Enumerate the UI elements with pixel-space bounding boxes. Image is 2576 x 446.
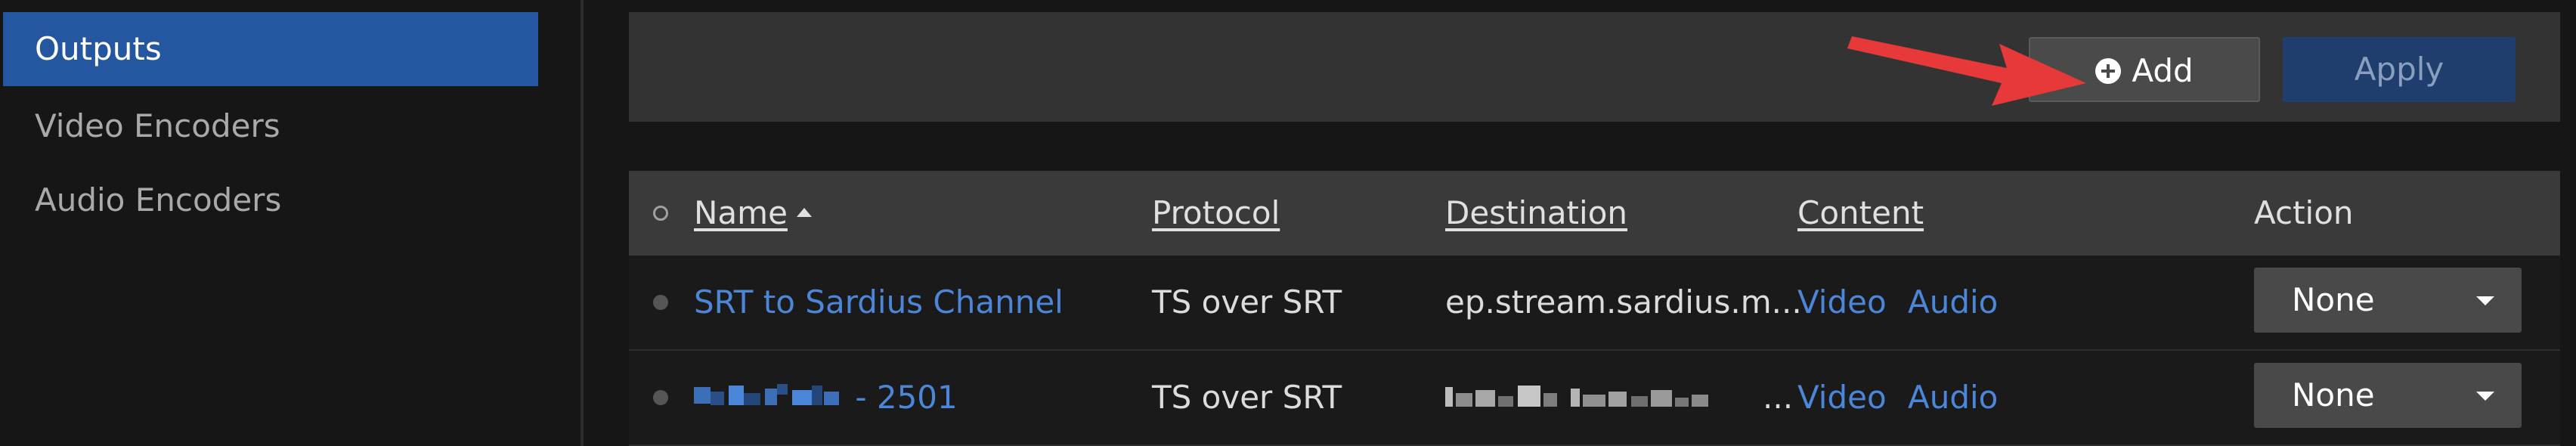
protocol-value: TS over SRT <box>1152 283 1342 321</box>
annotation-arrow-icon <box>1847 36 2086 106</box>
table-header: Name Protocol Destination Content Action <box>629 171 2560 256</box>
output-name-link[interactable]: - 2501 <box>694 351 958 444</box>
redacted-destination-icon <box>1445 385 1708 407</box>
column-header-destination[interactable]: Destination <box>1445 171 1627 256</box>
column-header-protocol[interactable]: Protocol <box>1152 171 1280 256</box>
output-name-suffix: - 2501 <box>855 379 958 416</box>
sidebar: Outputs Video Encoders Audio Encoders <box>0 0 582 446</box>
content-audio-link[interactable]: Audio <box>1908 351 1998 444</box>
table-row: SRT to Sardius Channel TS over SRT ep.st… <box>629 256 2560 351</box>
plus-circle-icon <box>2095 57 2122 84</box>
destination-value: ... <box>1445 351 1793 444</box>
column-header-action: Action <box>2254 194 2354 231</box>
action-select[interactable]: None <box>2254 268 2522 333</box>
action-select-value: None <box>2292 376 2375 413</box>
outputs-table: Name Protocol Destination Content Action… <box>629 171 2560 446</box>
sort-ascending-icon <box>796 207 812 217</box>
content-video-link[interactable]: Video <box>1797 351 1887 444</box>
action-select-value: None <box>2292 281 2375 318</box>
protocol-value: TS over SRT <box>1152 379 1342 416</box>
status-dot-icon <box>653 390 668 405</box>
table-row: - 2501 TS over SRT ... Video Audio None <box>629 351 2560 446</box>
redacted-name-icon <box>694 383 839 405</box>
column-header-name[interactable]: Name <box>694 171 812 256</box>
sidebar-divider <box>581 0 584 446</box>
select-all-radio-icon[interactable] <box>653 206 668 221</box>
caret-down-icon <box>2476 392 2494 401</box>
column-header-name-label: Name <box>694 194 788 231</box>
content-video-link[interactable]: Video <box>1797 256 1887 349</box>
apply-button[interactable]: Apply <box>2283 37 2516 102</box>
caret-down-icon <box>2476 296 2494 305</box>
add-button-label: Add <box>2132 52 2194 89</box>
outputs-page: Outputs Video Encoders Audio Encoders Ad… <box>0 0 2576 446</box>
sidebar-item-outputs[interactable]: Outputs <box>3 12 538 86</box>
destination-ellipsis: ... <box>1763 379 1794 416</box>
status-dot-icon <box>653 295 668 310</box>
destination-value: ep.stream.sardius.m... <box>1445 283 1802 321</box>
sidebar-item-audio-encoders[interactable]: Audio Encoders <box>0 163 281 237</box>
sidebar-item-video-encoders[interactable]: Video Encoders <box>0 89 280 163</box>
content-audio-link[interactable]: Audio <box>1908 256 1998 349</box>
action-select[interactable]: None <box>2254 363 2522 428</box>
column-header-content[interactable]: Content <box>1797 171 1924 256</box>
output-name-link[interactable]: SRT to Sardius Channel <box>694 256 1064 349</box>
toolbar: Add Apply <box>629 12 2560 122</box>
